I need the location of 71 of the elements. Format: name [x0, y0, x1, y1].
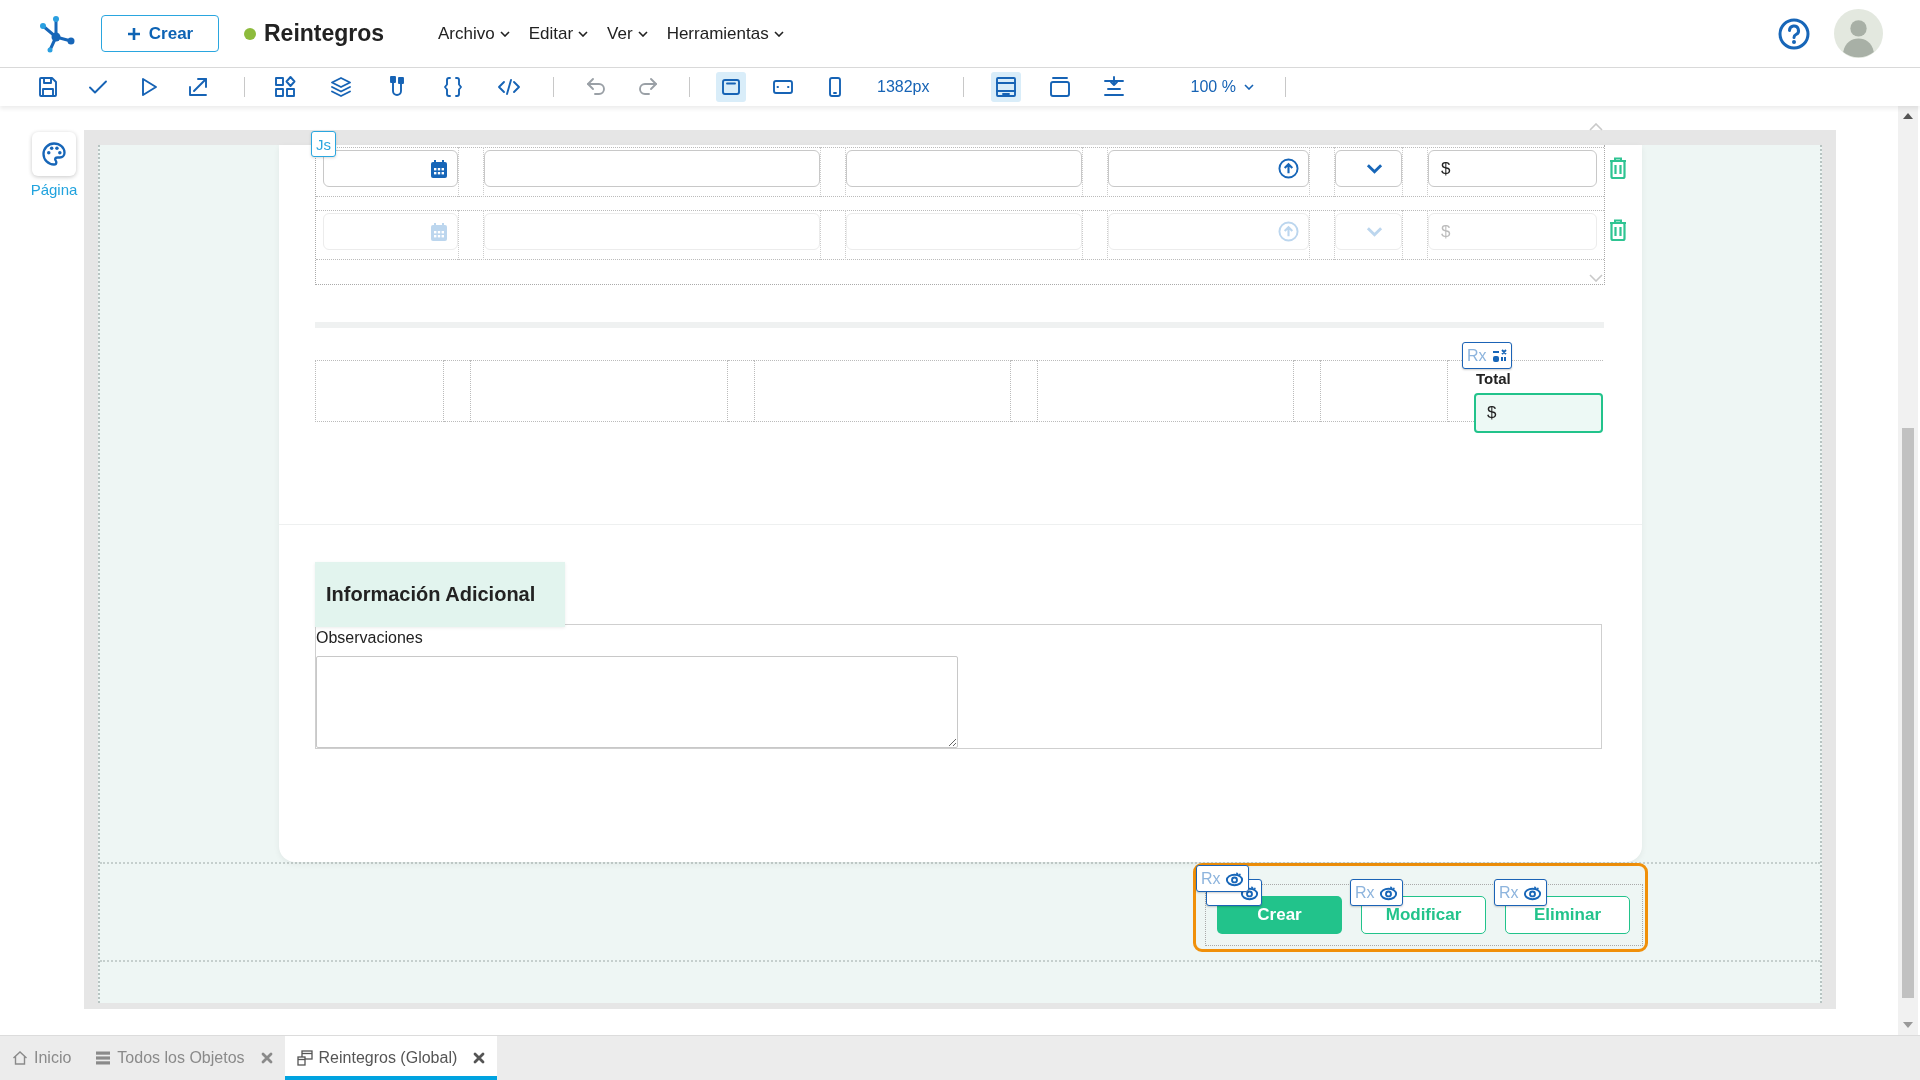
menu-item[interactable]: Archivo: [438, 23, 510, 44]
widgets-icon: [273, 75, 297, 99]
text-field[interactable]: [484, 150, 820, 187]
page-style-button[interactable]: Página: [24, 132, 84, 198]
rx-badge[interactable]: Rx: [1494, 879, 1547, 906]
app-title: Reintegros: [264, 20, 385, 47]
button-bar[interactable]: Crear Rx Modificar Rx Eliminar Rx: [1193, 863, 1648, 952]
chevron-down-icon: [1243, 84, 1254, 90]
select-field[interactable]: [1335, 150, 1402, 187]
calendar-icon: [430, 221, 448, 242]
trash-icon[interactable]: [1608, 218, 1628, 242]
scroll-down-icon[interactable]: [1903, 1022, 1913, 1028]
create-action-button[interactable]: Crear: [1217, 896, 1342, 934]
braces-icon: [441, 75, 465, 99]
desktop-view-button[interactable]: [716, 72, 746, 102]
menu-item[interactable]: Ver: [607, 23, 648, 44]
scroll-up-icon[interactable]: [1903, 113, 1913, 119]
rx-badge[interactable]: Rx: [1196, 865, 1249, 892]
chevron-down-icon: [499, 30, 510, 37]
trash-icon[interactable]: [1608, 156, 1628, 180]
zoom-dropdown[interactable]: 100 %: [1190, 78, 1254, 96]
chevron-down-icon: [578, 30, 589, 37]
menu-item[interactable]: Editar: [528, 23, 589, 44]
date-field[interactable]: [323, 150, 458, 187]
eye-icon: [1378, 884, 1398, 901]
help-icon[interactable]: [1778, 17, 1810, 50]
rx-badge[interactable]: Rx: [1462, 342, 1512, 369]
house-icon: [12, 1050, 28, 1066]
header-layout-button[interactable]: [990, 72, 1021, 102]
upload-field[interactable]: [1108, 150, 1309, 187]
section-header: Información Adicional: [315, 562, 565, 627]
eye-icon: [1224, 870, 1244, 887]
width-label: 1382px: [877, 78, 930, 96]
rx-badge[interactable]: Rx: [1350, 879, 1403, 906]
layers-icon: [329, 75, 353, 99]
chevron-down-icon: [637, 30, 648, 37]
scrollbar-thumb[interactable]: [1902, 428, 1914, 998]
chevron-down-icon: [1366, 226, 1383, 237]
eye-icon: [1240, 884, 1259, 901]
upload-icon: [1278, 158, 1299, 179]
layout-icon: [993, 75, 1018, 99]
list-icon: [95, 1050, 112, 1066]
export-arrow-icon: [186, 75, 210, 99]
tab[interactable]: Reintegros (Global): [284, 1036, 498, 1080]
text-field[interactable]: [846, 150, 1082, 187]
amount-field[interactable]: $: [1428, 150, 1597, 187]
plus-icon: [126, 26, 141, 41]
avatar-icon[interactable]: [1834, 9, 1883, 58]
palette-icon: [32, 132, 76, 176]
menu-item[interactable]: Herramientas: [666, 23, 784, 44]
status-dot-icon: [244, 27, 256, 40]
total-label: Total: [1476, 370, 1511, 387]
create-button[interactable]: Crear: [101, 15, 219, 52]
field-label: Observaciones: [316, 628, 423, 648]
chevron-down-icon: [1366, 163, 1383, 174]
tab[interactable]: Inicio: [0, 1036, 84, 1080]
panel-icon: [1047, 75, 1072, 99]
total-field[interactable]: $: [1474, 393, 1603, 433]
formula-icon: [1490, 348, 1507, 363]
observations-field[interactable]: [316, 656, 958, 748]
upload-icon: [1278, 221, 1299, 242]
windows-icon: [296, 1050, 313, 1066]
calendar-icon: [430, 158, 448, 179]
align-icon: [1101, 75, 1126, 99]
eye-icon: [1522, 884, 1542, 901]
chevron-down-icon: [773, 30, 784, 37]
logo-icon[interactable]: [38, 14, 76, 53]
script-badge[interactable]: Js: [311, 131, 336, 157]
tab[interactable]: Todos los Objetos: [83, 1036, 285, 1080]
scrollbar[interactable]: [1898, 106, 1918, 1035]
close-icon[interactable]: [473, 1052, 486, 1064]
